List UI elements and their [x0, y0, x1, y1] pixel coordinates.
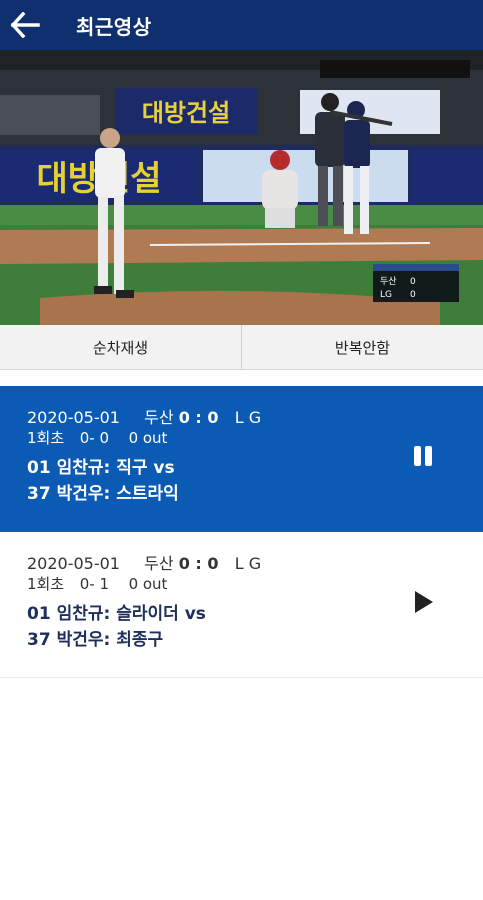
clip-date: 2020-05-01 — [27, 554, 120, 573]
score-overlay: 두산 LG 0 0 — [373, 264, 459, 302]
sequential-play-button[interactable]: 순차재생 — [0, 325, 241, 369]
clip-count: 0- 0 — [79, 429, 109, 447]
top-banner-text: 대방건설 — [142, 99, 230, 127]
board-away-score: 0 — [410, 290, 416, 300]
video-player[interactable]: 대방건설 대방건설 — [0, 50, 483, 325]
page-title: 최근영상 — [76, 14, 152, 39]
board-away-label: LG — [380, 290, 392, 300]
playback-controls: 순차재생 반복안함 — [0, 325, 483, 370]
clip-outs: 0 out — [128, 575, 168, 593]
clip-outs: 0 out — [128, 429, 168, 447]
clip-item-playing[interactable]: 2020-05-01 두산 0 : 0 L G 1회초 0- 0 0 out 0… — [0, 386, 483, 532]
repeat-toggle-button[interactable]: 반복안함 — [241, 325, 483, 369]
video-frame: 대방건설 대방건설 — [0, 50, 483, 325]
clip-score: 0 : 0 — [178, 554, 219, 573]
clip-header: 2020-05-01 두산 0 : 0 L G — [27, 554, 483, 574]
play-icon — [415, 591, 433, 613]
clip-home-team: 두산 — [144, 554, 174, 573]
pause-icon — [414, 446, 432, 466]
clip-away-team: L G — [234, 554, 262, 573]
clip-header: 2020-05-01 두산 0 : 0 L G — [27, 408, 483, 428]
back-button[interactable] — [0, 0, 50, 50]
clip-batter-line: 37 박건우: 스트라익 — [27, 484, 179, 504]
clip-inning: 1회초 — [27, 575, 65, 593]
board-home-score: 0 — [410, 277, 416, 287]
clip-list: 2020-05-01 두산 0 : 0 L G 1회초 0- 0 0 out 0… — [0, 386, 483, 678]
board-home-label: 두산 — [380, 276, 397, 287]
pause-button[interactable] — [409, 442, 437, 470]
clip-batter-line: 37 박건우: 최종구 — [27, 630, 164, 650]
arrow-left-icon — [10, 12, 40, 38]
clip-home-team: 두산 — [144, 408, 174, 427]
clip-away-team: L G — [234, 408, 262, 427]
app-bar: 최근영상 — [0, 0, 483, 50]
clip-count: 0- 1 — [79, 575, 109, 593]
clip-score: 0 : 0 — [178, 408, 219, 427]
clip-item[interactable]: 2020-05-01 두산 0 : 0 L G 1회초 0- 1 0 out 0… — [0, 532, 483, 678]
clip-inning: 1회초 — [27, 429, 65, 447]
clip-date: 2020-05-01 — [27, 408, 120, 427]
play-button[interactable] — [409, 588, 437, 616]
